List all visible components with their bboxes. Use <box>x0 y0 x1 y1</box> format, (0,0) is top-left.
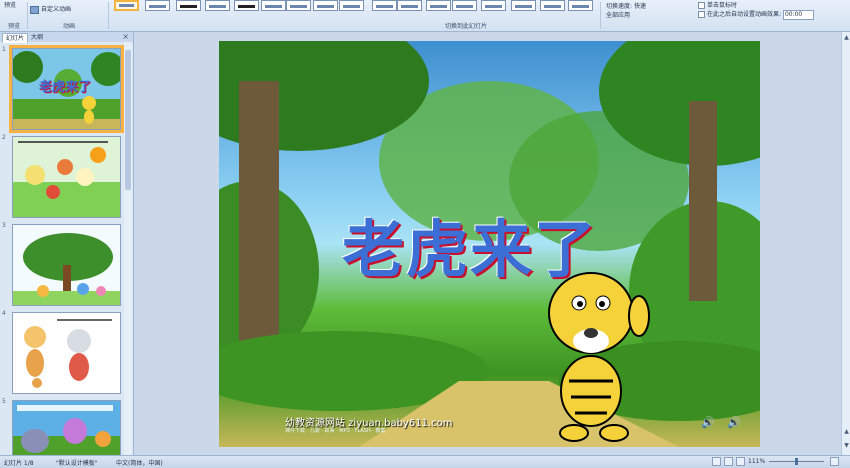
slide-sorter-icon[interactable] <box>724 457 733 466</box>
ribbon-divider <box>600 2 601 29</box>
transition-group-label: 切换到此幻灯片 <box>445 23 488 30</box>
scroll-up-icon[interactable]: ▲ <box>843 34 850 41</box>
slide-count: 幻灯片 1/8 <box>4 460 34 467</box>
slide-3-preview <box>13 225 120 305</box>
transition-thumb[interactable] <box>205 0 230 11</box>
preview-group-label: 预览 <box>8 23 21 30</box>
previous-slide-icon[interactable]: ▲ <box>843 428 850 435</box>
next-slide-icon[interactable]: ▼ <box>843 442 850 449</box>
zoom-slider-knob[interactable] <box>795 458 798 465</box>
transition-thumb[interactable] <box>397 0 422 11</box>
animation-group-label: 动画 <box>63 23 76 30</box>
slide-thumbnail[interactable]: 老虎来了 <box>9 45 124 133</box>
custom-animation-button[interactable]: 自定义动画 <box>30 4 71 14</box>
zoom-level[interactable]: 111% <box>748 458 765 465</box>
transition-thumb[interactable] <box>426 0 451 11</box>
tab-slides[interactable]: 幻灯片 <box>2 33 29 43</box>
panel-tabs: 幻灯片 大纲 × <box>0 32 133 43</box>
custom-animation-label: 自定义动画 <box>41 6 72 13</box>
slide-editing-area: 老虎来了 幼教资源网站 ziyuan.baby611.com 课件下载 · 儿歌… <box>134 32 841 455</box>
auto-advance-time-input[interactable]: 00:00 <box>782 9 814 20</box>
ribbon-divider <box>108 2 109 29</box>
theme-name: "默认设计模板" <box>56 460 98 467</box>
transition-thumb[interactable] <box>234 0 259 11</box>
slide-number: 1 <box>2 46 6 53</box>
ribbon-divider <box>27 2 28 29</box>
language-status[interactable]: 中文(简体，中国) <box>116 458 163 467</box>
transition-none-thumb[interactable] <box>114 0 139 11</box>
transition-thumb[interactable] <box>511 0 536 11</box>
transition-thumb[interactable] <box>145 0 170 11</box>
preview-label: 预览 <box>4 2 17 9</box>
slide-1-mini-title: 老虎来了 <box>39 80 92 95</box>
preview-button[interactable]: 预览 <box>4 0 26 18</box>
transition-thumb[interactable] <box>540 0 565 11</box>
slide-thumbnail[interactable] <box>12 224 121 306</box>
ribbon: 预览 自定义动画 预览 动画 切换到此幻灯片 切换速度: 快速 全部应用 单击鼠… <box>0 0 850 32</box>
speed-value: 快速 <box>633 3 646 10</box>
transition-thumb[interactable] <box>372 0 397 11</box>
transition-thumb[interactable] <box>176 0 201 11</box>
normal-view-icon[interactable] <box>712 457 721 466</box>
transition-thumb[interactable] <box>313 0 338 11</box>
site-watermark-sub: 课件下载 · 儿歌 · 故事 · MP3 · FLASH · 教案 <box>285 428 386 434</box>
transition-thumb[interactable] <box>286 0 311 11</box>
slide-5-preview <box>13 401 120 456</box>
slide-thumbnail[interactable] <box>12 136 121 218</box>
close-panel-icon[interactable]: × <box>122 32 129 41</box>
custom-animation-icon <box>30 5 39 14</box>
advance-on-click-option[interactable]: 单击鼠标时 <box>698 0 737 9</box>
slide-canvas[interactable]: 老虎来了 幼教资源网站 ziyuan.baby611.com 课件下载 · 儿歌… <box>219 41 760 447</box>
sound-icon[interactable]: 🔊 <box>727 416 741 429</box>
apply-all-button[interactable]: 全部应用 <box>606 10 630 19</box>
transition-thumb[interactable] <box>481 0 506 11</box>
canvas-scrollbar[interactable]: ▲ ▲ ▼ <box>841 32 850 455</box>
panel-scrollbar[interactable] <box>124 42 132 455</box>
slide-number: 4 <box>2 310 6 317</box>
tab-outline[interactable]: 大纲 <box>28 33 46 42</box>
slide-thumbnail[interactable] <box>12 312 121 394</box>
slide-title[interactable]: 老虎来了 <box>342 199 598 289</box>
panel-scroll-thumb[interactable] <box>125 50 131 190</box>
slide-number: 2 <box>2 134 6 141</box>
fit-to-window-icon[interactable] <box>830 457 839 466</box>
status-bar: 幻灯片 1/8 "默认设计模板" 中文(简体，中国) 111% <box>0 455 850 468</box>
slide-4-preview <box>13 313 120 393</box>
auto-advance-option[interactable]: 在此之后自动设置动画效果: 00:00 <box>698 9 814 20</box>
transition-thumb[interactable] <box>452 0 477 11</box>
speed-label: 切换速度: <box>606 3 633 10</box>
sound-icon[interactable]: 🔊 <box>701 416 715 429</box>
advance-on-click-checkbox[interactable] <box>698 2 705 9</box>
slide-number: 5 <box>2 398 6 405</box>
auto-advance-label: 在此之后自动设置动画效果: <box>707 11 782 18</box>
slide-thumbnail[interactable] <box>12 400 121 457</box>
auto-advance-checkbox[interactable] <box>698 11 705 18</box>
transition-thumb[interactable] <box>261 0 286 11</box>
slides-panel: 幻灯片 大纲 × 1 老虎来了 2 3 4 5 <box>0 32 134 457</box>
transition-thumb[interactable] <box>339 0 364 11</box>
transition-thumb[interactable] <box>568 0 593 11</box>
apply-all-label: 全部应用 <box>606 12 631 19</box>
slideshow-icon[interactable] <box>736 457 745 466</box>
advance-on-click-label: 单击鼠标时 <box>707 2 738 9</box>
slide-2-preview <box>13 137 120 217</box>
transition-speed[interactable]: 切换速度: 快速 <box>606 1 646 10</box>
slide-number: 3 <box>2 222 6 229</box>
